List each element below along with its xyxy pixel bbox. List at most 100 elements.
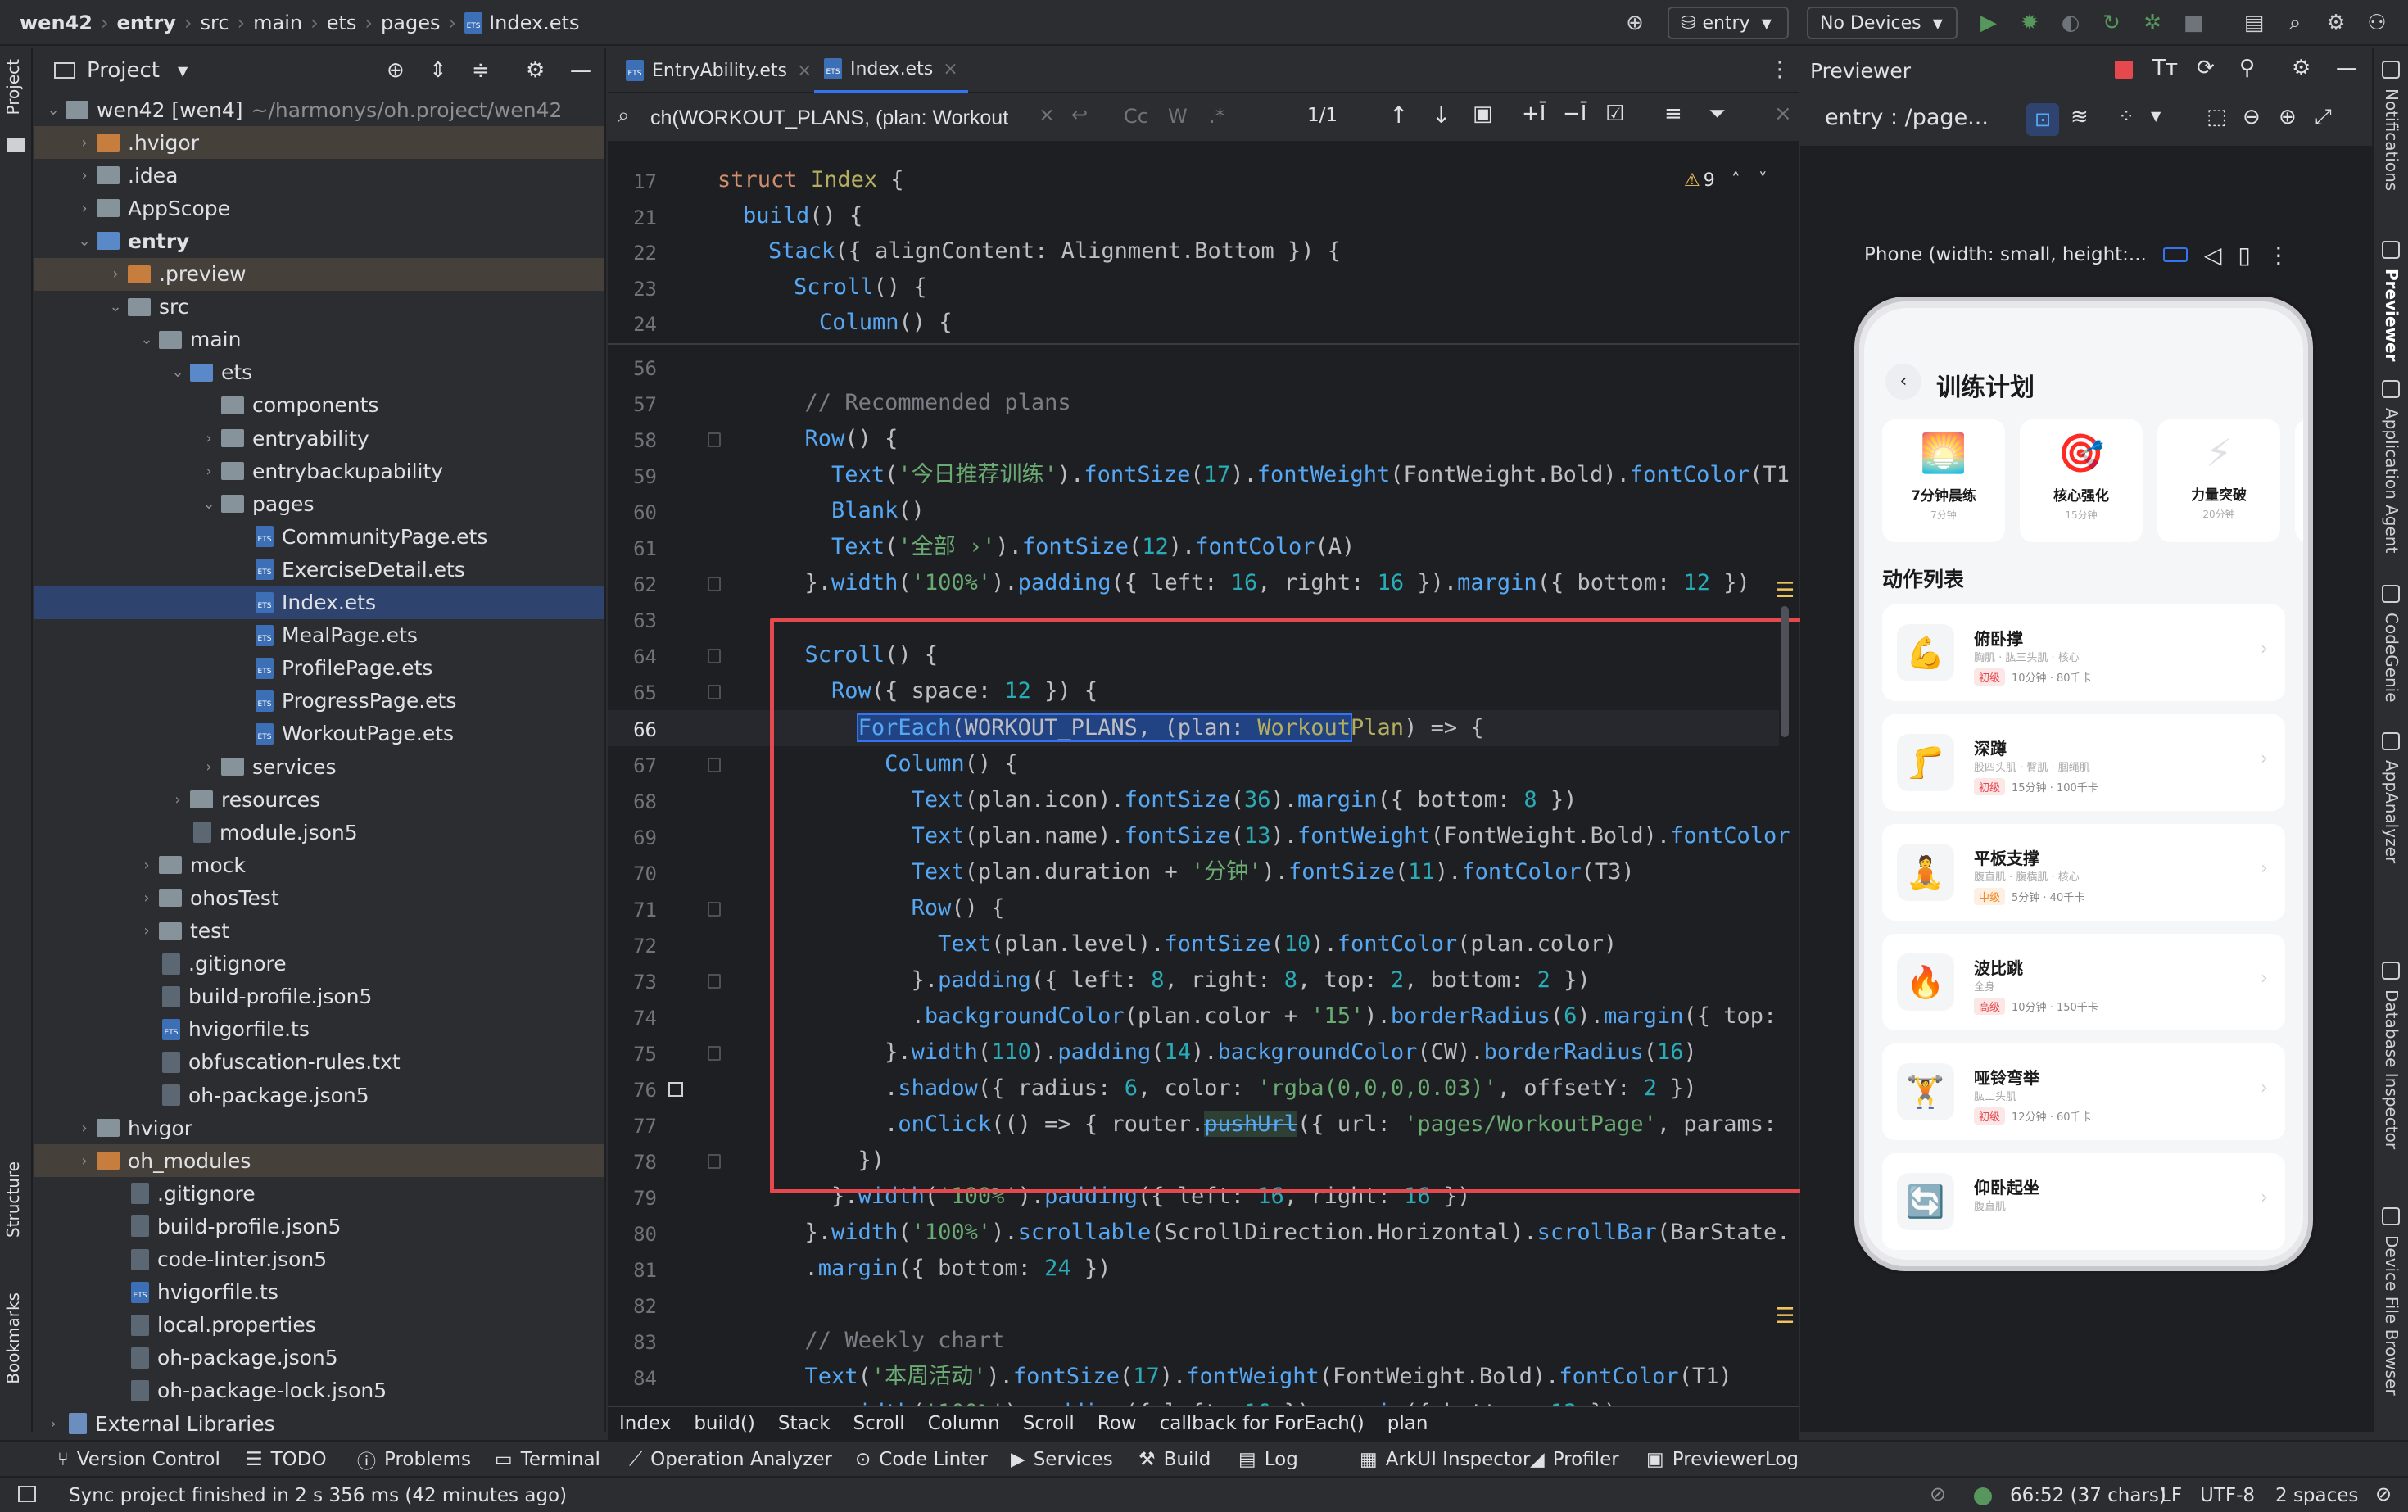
project-tool-label[interactable]: Project bbox=[3, 59, 23, 115]
select-all-occurrences-icon[interactable]: ☑ bbox=[1605, 102, 1624, 126]
chevron-right-icon[interactable]: › bbox=[200, 758, 218, 776]
history-icon[interactable]: ↩ bbox=[1071, 103, 1088, 126]
device-manager-icon[interactable]: ▤ bbox=[2241, 10, 2267, 36]
crumb-main[interactable]: main bbox=[253, 11, 302, 34]
chevron-right-icon[interactable]: › bbox=[75, 167, 93, 184]
chevron-down-icon[interactable]: ˅ bbox=[1758, 170, 1768, 191]
tree-item[interactable]: ETS WorkoutPage.ets bbox=[34, 718, 604, 750]
indent-setting[interactable]: 2 spaces bbox=[2275, 1485, 2358, 1506]
tool-window-label[interactable]: Device File Browser bbox=[2382, 1235, 2401, 1396]
tree-item[interactable]: components bbox=[34, 389, 604, 422]
tree-item[interactable]: local.properties bbox=[34, 1309, 604, 1342]
tree-item[interactable]: › resources bbox=[34, 783, 604, 816]
code-breadcrumb-item[interactable]: Stack bbox=[778, 1413, 831, 1434]
code-breadcrumb-item[interactable]: Scroll bbox=[1023, 1413, 1075, 1434]
tree-item[interactable]: ETS ProgressPage.ets bbox=[34, 685, 604, 718]
code-line[interactable]: Blank() bbox=[725, 493, 925, 529]
editor-scrollbar[interactable] bbox=[1781, 606, 1789, 737]
tree-item[interactable]: module.json5 bbox=[34, 816, 604, 849]
exercise-card[interactable]: 💪 俯卧撑 胸肌 · 肱三头肌 · 核心 初级 10分钟 · 80千卡 › bbox=[1882, 604, 2285, 701]
bottom-tool-button[interactable]: ◢ Profiler bbox=[1530, 1442, 1619, 1478]
clear-icon[interactable]: × bbox=[1039, 103, 1055, 126]
grid-icon[interactable]: ⁘ bbox=[2118, 105, 2134, 128]
tool-window-label[interactable]: AppAnalyzer bbox=[2382, 760, 2401, 863]
fold-marker-icon[interactable] bbox=[708, 757, 721, 772]
fold-marker-icon[interactable] bbox=[708, 649, 721, 664]
target-icon[interactable]: ⊕ bbox=[1622, 10, 1648, 36]
plan-card[interactable]: 🌅 7分钟晨练 7分钟 bbox=[1882, 419, 2005, 542]
search-icon[interactable]: ⌕ bbox=[2282, 10, 2308, 36]
code-line[interactable]: }.width('100%').scrollable(ScrollDirecti… bbox=[725, 1215, 1790, 1251]
code-line[interactable]: // Weekly chart bbox=[725, 1323, 1005, 1359]
phone-screen[interactable]: ‹ 训练计划 🌅 7分钟晨练 7分钟 🎯 核心强化 15分钟 ⚡ 力量突破 20分钟 动作列表 … bbox=[1864, 308, 2303, 1260]
settings-gear-icon[interactable]: ⚙ bbox=[2292, 56, 2311, 80]
chevron-down-icon[interactable]: ⌄ bbox=[169, 364, 187, 381]
bottom-tool-button[interactable]: ⑂ Version Control bbox=[57, 1442, 220, 1478]
debug-icon[interactable]: ✹ bbox=[2016, 10, 2043, 36]
multi-device-icon[interactable] bbox=[2162, 247, 2188, 262]
plan-card[interactable]: ⚡ 力量突破 20分钟 bbox=[2157, 419, 2280, 542]
attach-debugger-icon[interactable]: ✲ bbox=[2139, 10, 2166, 36]
tree-item[interactable]: › ohosTest bbox=[34, 881, 604, 914]
chevron-right-icon[interactable]: › bbox=[75, 1120, 93, 1137]
bottom-tool-button[interactable]: ⓘ Problems bbox=[357, 1442, 471, 1478]
fold-marker-icon[interactable] bbox=[708, 973, 721, 989]
device-dropdown[interactable]: No Devices ▼ bbox=[1807, 7, 1958, 39]
inspector-icon[interactable]: ⊡ bbox=[2026, 103, 2059, 136]
tree-item[interactable]: ⌄ src bbox=[34, 291, 604, 324]
chevron-down-icon[interactable]: ⌄ bbox=[44, 102, 62, 119]
tree-item[interactable]: › oh_modules bbox=[34, 1144, 604, 1178]
bottom-tool-button[interactable]: ⊙ Code Linter bbox=[855, 1442, 988, 1478]
chevron-right-icon[interactable]: › bbox=[138, 857, 156, 874]
bottom-tool-button[interactable]: ▤ Log bbox=[1238, 1442, 1298, 1478]
warnings-indicator[interactable]: ⚠ 9 ˄ ˅ bbox=[1684, 170, 1768, 191]
tree-item[interactable]: ETS hvigorfile.ts bbox=[34, 1013, 604, 1046]
remove-occurrence-icon[interactable]: −Ī bbox=[1563, 102, 1586, 126]
sticky-code-line[interactable]: build() { bbox=[743, 198, 862, 234]
regex-toggle[interactable]: .* bbox=[1209, 105, 1225, 128]
chevron-down-icon[interactable]: ⌄ bbox=[200, 496, 218, 513]
sticky-code-line[interactable]: struct Index { bbox=[717, 162, 904, 198]
locate-icon[interactable]: ⊕ bbox=[387, 58, 405, 83]
chevron-right-icon[interactable]: › bbox=[106, 265, 124, 283]
tree-item[interactable]: ⌄ wen42 [wen4] ~/harmonys/oh.project/wen42 bbox=[34, 93, 604, 126]
options-gear-icon[interactable]: ⚙ bbox=[526, 58, 545, 83]
filter-icon[interactable]: ⏷ bbox=[1709, 102, 1726, 127]
font-size-icon[interactable]: Tт bbox=[2152, 56, 2178, 80]
chevron-up-icon[interactable]: ˄ bbox=[1731, 170, 1740, 191]
tree-item[interactable]: › entrybackupability bbox=[34, 455, 604, 487]
tab-index[interactable]: ETS Index.ets × bbox=[814, 48, 968, 93]
chevron-down-icon[interactable]: ▼ bbox=[2151, 108, 2161, 124]
run-icon[interactable]: ▶ bbox=[1976, 10, 2002, 36]
chevron-right-icon[interactable]: › bbox=[44, 1415, 62, 1433]
next-match-icon[interactable]: ↓ bbox=[1432, 102, 1451, 129]
chevron-right-icon[interactable]: › bbox=[138, 922, 156, 939]
tree-item[interactable]: › mock bbox=[34, 849, 604, 881]
fold-marker-icon[interactable] bbox=[708, 1154, 721, 1170]
tree-item[interactable]: obfuscation-rules.txt bbox=[34, 1046, 604, 1079]
project-tool-icon[interactable] bbox=[7, 138, 25, 152]
bottom-tool-button[interactable]: ▶ Services bbox=[1011, 1442, 1113, 1478]
add-occurrence-icon[interactable]: +Ī bbox=[1522, 102, 1546, 126]
fold-marker-icon[interactable] bbox=[708, 685, 721, 700]
code-line[interactable]: Text('本周活动').fontSize(17).fontWeight(Fon… bbox=[725, 1359, 1732, 1395]
bottom-tool-button[interactable]: ▭ Terminal bbox=[495, 1442, 600, 1478]
account-icon[interactable]: ⚇ bbox=[2364, 10, 2390, 36]
tree-item[interactable]: ETS Index.ets bbox=[34, 586, 604, 619]
exercise-card[interactable]: 🏋 哑铃弯举 肱二头肌 初级 12分钟 · 60千卡 › bbox=[1882, 1043, 2285, 1140]
tree-item[interactable]: › entryability bbox=[34, 422, 604, 455]
refresh-icon[interactable]: ⟳ bbox=[2197, 56, 2215, 80]
tree-item[interactable]: ETS ProfilePage.ets bbox=[34, 652, 604, 685]
tool-window-label[interactable]: Notifications bbox=[2382, 88, 2401, 191]
filter-results-icon[interactable]: ≡ bbox=[1664, 102, 1682, 126]
back-button[interactable]: ‹ bbox=[1885, 364, 1921, 400]
tree-item[interactable]: .gitignore bbox=[34, 948, 604, 980]
chevron-right-icon[interactable]: › bbox=[138, 890, 156, 907]
crumb-src[interactable]: src bbox=[200, 11, 229, 34]
crumb-pages[interactable]: pages bbox=[381, 11, 440, 34]
match-case-toggle[interactable]: Cc bbox=[1124, 105, 1148, 128]
rotate-icon[interactable]: ▯ bbox=[2238, 242, 2250, 269]
crumb-ets[interactable]: ets bbox=[327, 11, 357, 34]
sticky-code-line[interactable]: Stack({ alignContent: Alignment.Bottom }… bbox=[768, 233, 1341, 269]
tree-item[interactable]: ETS MealPage.ets bbox=[34, 619, 604, 652]
